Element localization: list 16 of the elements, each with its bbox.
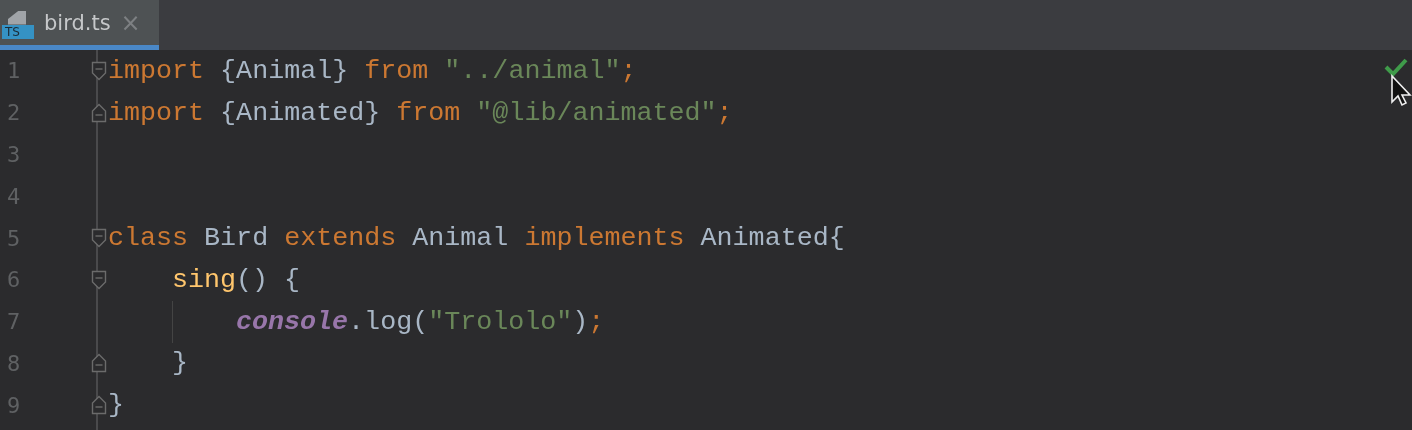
code-line: console.log("Trololo");: [236, 306, 605, 337]
fold-icon[interactable]: [91, 353, 107, 374]
mouse-cursor-icon: [1390, 74, 1412, 108]
code-line: import {Animal} from "../animal";: [108, 55, 637, 86]
fold-icon[interactable]: [91, 60, 107, 81]
code-line: }: [172, 348, 188, 379]
fold-icon[interactable]: [91, 269, 107, 290]
fold-icon[interactable]: [91, 395, 107, 416]
fold-icon[interactable]: [91, 102, 107, 123]
code-line: }: [108, 390, 124, 421]
code-line: sing() {: [172, 264, 301, 295]
check-icon: [1384, 57, 1408, 77]
code-line: import {Animated} from "@lib/animated";: [108, 97, 733, 128]
fold-icon[interactable]: [91, 228, 107, 249]
file-tab[interactable]: TS bird.ts ×: [0, 0, 159, 50]
code-line: class Bird extends Animal implements Animated{: [108, 223, 845, 254]
